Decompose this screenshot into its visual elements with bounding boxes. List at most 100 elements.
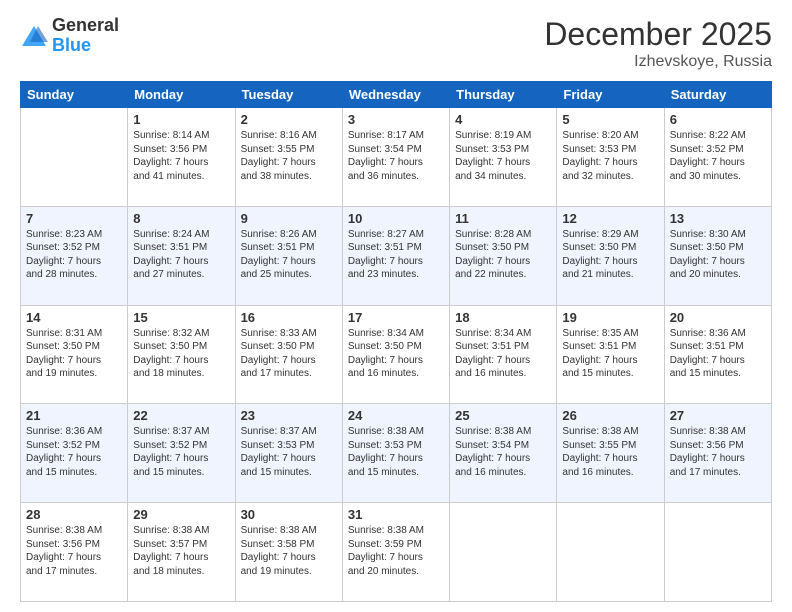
day-info: Sunrise: 8:14 AM Sunset: 3:56 PM Dayligh… bbox=[133, 129, 229, 183]
day-info: Sunrise: 8:19 AM Sunset: 3:53 PM Dayligh… bbox=[455, 129, 551, 183]
day-number: 21 bbox=[26, 408, 122, 423]
day-number: 27 bbox=[670, 408, 766, 423]
day-number: 9 bbox=[241, 211, 337, 226]
calendar-cell: 24 Sunrise: 8:38 AM Sunset: 3:53 PM Dayli… bbox=[342, 404, 449, 503]
day-number: 30 bbox=[241, 507, 337, 522]
day-info: Sunrise: 8:36 AM Sunset: 3:52 PM Dayligh… bbox=[26, 425, 122, 479]
weekday-thursday: Thursday bbox=[450, 82, 557, 108]
day-number: 28 bbox=[26, 507, 122, 522]
day-number: 2 bbox=[241, 112, 337, 127]
day-info: Sunrise: 8:23 AM Sunset: 3:52 PM Dayligh… bbox=[26, 228, 122, 282]
day-info: Sunrise: 8:30 AM Sunset: 3:50 PM Dayligh… bbox=[670, 228, 766, 282]
day-info: Sunrise: 8:29 AM Sunset: 3:50 PM Dayligh… bbox=[562, 228, 658, 282]
calendar-cell: 6 Sunrise: 8:22 AM Sunset: 3:52 PM Daylig… bbox=[664, 108, 771, 207]
calendar-cell: 5Sunrise: 8:20 AM Sunset: 3:53 PM Daylig… bbox=[557, 108, 664, 207]
day-number: 8 bbox=[133, 211, 229, 226]
day-number: 3 bbox=[348, 112, 444, 127]
day-info: Sunrise: 8:34 AM Sunset: 3:51 PM Dayligh… bbox=[455, 327, 551, 381]
day-info: Sunrise: 8:34 AM Sunset: 3:50 PM Dayligh… bbox=[348, 327, 444, 381]
week-row-3: 14Sunrise: 8:31 AM Sunset: 3:50 PM Dayli… bbox=[21, 305, 772, 404]
calendar-cell: 28Sunrise: 8:38 AM Sunset: 3:56 PM Dayli… bbox=[21, 503, 128, 602]
calendar-cell: 21 Sunrise: 8:36 AM Sunset: 3:52 PM Dayli… bbox=[21, 404, 128, 503]
calendar-cell: 8 Sunrise: 8:24 AM Sunset: 3:51 PM Daylig… bbox=[128, 206, 235, 305]
day-number: 24 bbox=[348, 408, 444, 423]
calendar-cell: 15 Sunrise: 8:32 AM Sunset: 3:50 PM Dayli… bbox=[128, 305, 235, 404]
calendar-cell: 3 Sunrise: 8:17 AM Sunset: 3:54 PM Daylig… bbox=[342, 108, 449, 207]
day-number: 11 bbox=[455, 211, 551, 226]
day-number: 22 bbox=[133, 408, 229, 423]
day-info: Sunrise: 8:38 AM Sunset: 3:59 PM Dayligh… bbox=[348, 524, 444, 578]
weekday-sunday: Sunday bbox=[21, 82, 128, 108]
day-number: 10 bbox=[348, 211, 444, 226]
day-info: Sunrise: 8:38 AM Sunset: 3:57 PM Dayligh… bbox=[133, 524, 229, 578]
day-info: Sunrise: 8:35 AM Sunset: 3:51 PM Dayligh… bbox=[562, 327, 658, 381]
day-info: Sunrise: 8:20 AM Sunset: 3:53 PM Dayligh… bbox=[562, 129, 658, 183]
day-info: Sunrise: 8:38 AM Sunset: 3:58 PM Dayligh… bbox=[241, 524, 337, 578]
calendar-cell: 7 Sunrise: 8:23 AM Sunset: 3:52 PM Daylig… bbox=[21, 206, 128, 305]
day-info: Sunrise: 8:24 AM Sunset: 3:51 PM Dayligh… bbox=[133, 228, 229, 282]
calendar-cell: 25 Sunrise: 8:38 AM Sunset: 3:54 PM Dayli… bbox=[450, 404, 557, 503]
day-number: 7 bbox=[26, 211, 122, 226]
day-number: 16 bbox=[241, 310, 337, 325]
month-title: December 2025 bbox=[544, 16, 772, 53]
logo-text: General Blue bbox=[52, 16, 119, 56]
weekday-friday: Friday bbox=[557, 82, 664, 108]
day-number: 25 bbox=[455, 408, 551, 423]
day-info: Sunrise: 8:33 AM Sunset: 3:50 PM Dayligh… bbox=[241, 327, 337, 381]
day-number: 29 bbox=[133, 507, 229, 522]
calendar-cell: 18 Sunrise: 8:34 AM Sunset: 3:51 PM Dayli… bbox=[450, 305, 557, 404]
day-number: 18 bbox=[455, 310, 551, 325]
day-info: Sunrise: 8:22 AM Sunset: 3:52 PM Dayligh… bbox=[670, 129, 766, 183]
calendar-cell: 31 Sunrise: 8:38 AM Sunset: 3:59 PM Dayli… bbox=[342, 503, 449, 602]
weekday-header-row: SundayMondayTuesdayWednesdayThursdayFrid… bbox=[21, 82, 772, 108]
day-info: Sunrise: 8:32 AM Sunset: 3:50 PM Dayligh… bbox=[133, 327, 229, 381]
day-number: 26 bbox=[562, 408, 658, 423]
calendar-table: SundayMondayTuesdayWednesdayThursdayFrid… bbox=[20, 81, 772, 602]
week-row-4: 21 Sunrise: 8:36 AM Sunset: 3:52 PM Dayli… bbox=[21, 404, 772, 503]
calendar-cell: 11 Sunrise: 8:28 AM Sunset: 3:50 PM Dayli… bbox=[450, 206, 557, 305]
day-number: 14 bbox=[26, 310, 122, 325]
page: General Blue December 2025 Izhevskoye, R… bbox=[0, 0, 792, 612]
calendar-cell: 4 Sunrise: 8:19 AM Sunset: 3:53 PM Daylig… bbox=[450, 108, 557, 207]
calendar-cell bbox=[450, 503, 557, 602]
day-number: 6 bbox=[670, 112, 766, 127]
day-number: 1 bbox=[133, 112, 229, 127]
calendar-cell: 29 Sunrise: 8:38 AM Sunset: 3:57 PM Dayli… bbox=[128, 503, 235, 602]
calendar-cell: 27 Sunrise: 8:38 AM Sunset: 3:56 PM Dayli… bbox=[664, 404, 771, 503]
day-info: Sunrise: 8:38 AM Sunset: 3:55 PM Dayligh… bbox=[562, 425, 658, 479]
calendar-cell: 9Sunrise: 8:26 AM Sunset: 3:51 PM Daylig… bbox=[235, 206, 342, 305]
header: General Blue December 2025 Izhevskoye, R… bbox=[20, 16, 772, 71]
day-number: 15 bbox=[133, 310, 229, 325]
day-number: 31 bbox=[348, 507, 444, 522]
calendar-cell: 26 Sunrise: 8:38 AM Sunset: 3:55 PM Dayli… bbox=[557, 404, 664, 503]
day-info: Sunrise: 8:37 AM Sunset: 3:52 PM Dayligh… bbox=[133, 425, 229, 479]
day-info: Sunrise: 8:16 AM Sunset: 3:55 PM Dayligh… bbox=[241, 129, 337, 183]
logo-general: General bbox=[52, 16, 119, 36]
week-row-5: 28Sunrise: 8:38 AM Sunset: 3:56 PM Dayli… bbox=[21, 503, 772, 602]
logo-icon bbox=[20, 22, 48, 50]
day-number: 4 bbox=[455, 112, 551, 127]
day-number: 12 bbox=[562, 211, 658, 226]
day-info: Sunrise: 8:28 AM Sunset: 3:50 PM Dayligh… bbox=[455, 228, 551, 282]
calendar-cell: 22 Sunrise: 8:37 AM Sunset: 3:52 PM Dayli… bbox=[128, 404, 235, 503]
day-info: Sunrise: 8:38 AM Sunset: 3:54 PM Dayligh… bbox=[455, 425, 551, 479]
day-info: Sunrise: 8:27 AM Sunset: 3:51 PM Dayligh… bbox=[348, 228, 444, 282]
day-number: 13 bbox=[670, 211, 766, 226]
calendar-cell: 30 Sunrise: 8:38 AM Sunset: 3:58 PM Dayli… bbox=[235, 503, 342, 602]
day-number: 20 bbox=[670, 310, 766, 325]
week-row-2: 7 Sunrise: 8:23 AM Sunset: 3:52 PM Daylig… bbox=[21, 206, 772, 305]
calendar-cell: 17Sunrise: 8:34 AM Sunset: 3:50 PM Dayli… bbox=[342, 305, 449, 404]
calendar-cell: 10 Sunrise: 8:27 AM Sunset: 3:51 PM Dayli… bbox=[342, 206, 449, 305]
calendar-cell: 20Sunrise: 8:36 AM Sunset: 3:51 PM Dayli… bbox=[664, 305, 771, 404]
day-info: Sunrise: 8:38 AM Sunset: 3:53 PM Dayligh… bbox=[348, 425, 444, 479]
title-block: December 2025 Izhevskoye, Russia bbox=[544, 16, 772, 71]
week-row-1: 1 Sunrise: 8:14 AM Sunset: 3:56 PM Daylig… bbox=[21, 108, 772, 207]
calendar-cell: 23Sunrise: 8:37 AM Sunset: 3:53 PM Dayli… bbox=[235, 404, 342, 503]
logo-blue: Blue bbox=[52, 36, 119, 56]
calendar-cell bbox=[21, 108, 128, 207]
day-info: Sunrise: 8:38 AM Sunset: 3:56 PM Dayligh… bbox=[670, 425, 766, 479]
location-title: Izhevskoye, Russia bbox=[544, 53, 772, 71]
calendar-cell bbox=[557, 503, 664, 602]
day-info: Sunrise: 8:17 AM Sunset: 3:54 PM Dayligh… bbox=[348, 129, 444, 183]
calendar-cell: 2 Sunrise: 8:16 AM Sunset: 3:55 PM Daylig… bbox=[235, 108, 342, 207]
